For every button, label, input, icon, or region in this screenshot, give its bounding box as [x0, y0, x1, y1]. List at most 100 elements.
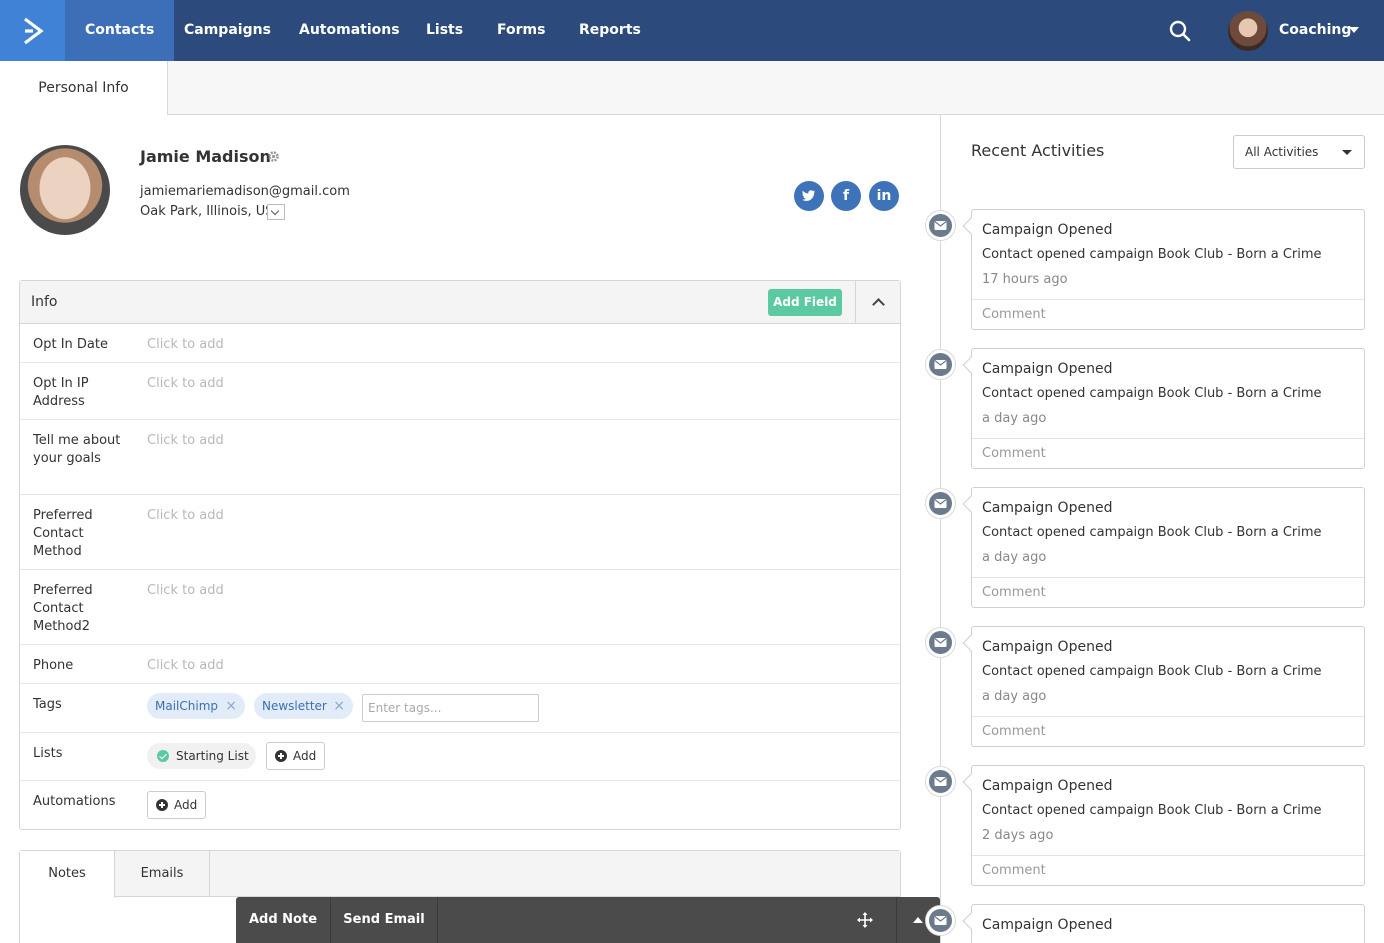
- add-label: Add: [174, 798, 198, 812]
- field-row[interactable]: Phone Click to add: [20, 645, 900, 684]
- tags-label: Tags: [33, 697, 62, 712]
- info-title: Info: [31, 294, 58, 310]
- location-dropdown[interactable]: [267, 204, 285, 220]
- add-note-button[interactable]: Add Note: [236, 897, 331, 943]
- tab-row: Personal Info: [0, 61, 1384, 115]
- activity-time: 2 days ago: [982, 828, 1054, 843]
- tag-chip[interactable]: Newsletter ×: [254, 693, 353, 719]
- nav-campaigns[interactable]: Campaigns: [164, 0, 291, 61]
- field-value[interactable]: Click to add: [147, 375, 224, 393]
- field-label: Tell me about your goals: [33, 433, 121, 466]
- field-label: Opt In Date: [33, 337, 108, 352]
- field-row[interactable]: Tell me about your goals Click to add: [20, 420, 900, 495]
- field-label: Preferred Contact Method: [33, 508, 93, 559]
- lists-row: Lists Starting List Add: [20, 733, 900, 781]
- mail-icon: [926, 350, 955, 379]
- field-value[interactable]: Click to add: [147, 336, 224, 354]
- comment-field[interactable]: Comment: [972, 716, 1364, 747]
- activity-desc: Contact opened campaign Book Club - Born…: [982, 525, 1322, 540]
- activity-card: Campaign Opened Contact opened campaign …: [971, 626, 1365, 747]
- activity-card: Campaign Opened: [971, 904, 1365, 943]
- comment-field[interactable]: Comment: [972, 855, 1364, 886]
- field-label: Opt In IP Address: [33, 376, 89, 409]
- nav-automations[interactable]: Automations: [279, 0, 420, 61]
- list-name: Starting List: [176, 749, 249, 763]
- nav-contacts[interactable]: Contacts: [65, 0, 175, 61]
- gear-icon[interactable]: [267, 150, 280, 163]
- activity-time: 17 hours ago: [982, 272, 1068, 287]
- add-automation-button[interactable]: Add: [147, 791, 206, 819]
- tag-label: MailChimp: [155, 699, 218, 713]
- add-list-button[interactable]: Add: [266, 742, 325, 770]
- activity-desc: Contact opened campaign Book Club - Born…: [982, 803, 1322, 818]
- activity-card: Campaign Opened Contact opened campaign …: [971, 348, 1365, 469]
- chevron-down-icon[interactable]: [1349, 27, 1359, 33]
- add-label: Add: [293, 749, 317, 763]
- lists-label: Lists: [33, 746, 63, 761]
- comment-field[interactable]: Comment: [972, 438, 1364, 469]
- field-row[interactable]: Opt In Date Click to add: [20, 324, 900, 363]
- account-name[interactable]: Coaching: [1279, 0, 1351, 61]
- activity-title: Campaign Opened: [982, 639, 1113, 655]
- activity-desc: Contact opened campaign Book Club - Born…: [982, 664, 1322, 679]
- plus-icon: [275, 750, 287, 762]
- activity-title: Campaign Opened: [982, 917, 1113, 933]
- close-icon[interactable]: ×: [225, 693, 237, 719]
- comment-field[interactable]: Comment: [972, 577, 1364, 608]
- tab-emails[interactable]: Emails: [115, 851, 210, 897]
- nav-forms[interactable]: Forms: [477, 0, 565, 61]
- comment-field[interactable]: Comment: [972, 299, 1364, 330]
- tab-personal-info[interactable]: Personal Info: [0, 61, 168, 115]
- logo-icon[interactable]: [0, 0, 65, 61]
- divider: [896, 897, 897, 943]
- field-row[interactable]: Preferred Contact Method Click to add: [20, 495, 900, 570]
- action-bar: Add Note Send Email: [236, 897, 940, 943]
- list-chip[interactable]: Starting List: [147, 743, 256, 769]
- check-icon: [157, 750, 169, 762]
- nav-lists[interactable]: Lists: [406, 0, 483, 61]
- tags-input[interactable]: Enter tags...: [362, 694, 539, 722]
- activity-card: Campaign Opened Contact opened campaign …: [971, 209, 1365, 330]
- add-field-button[interactable]: Add Field: [768, 289, 842, 316]
- contact-name[interactable]: Jamie Madison: [140, 147, 271, 166]
- close-icon[interactable]: ×: [333, 693, 345, 719]
- tag-chip[interactable]: MailChimp ×: [147, 693, 245, 719]
- field-value[interactable]: Click to add: [147, 432, 224, 450]
- tags-row: Tags MailChimp × Newsletter × Enter tags…: [20, 684, 900, 733]
- contact-photo: [20, 145, 110, 235]
- activity-title: Campaign Opened: [982, 222, 1113, 238]
- twitter-icon[interactable]: [794, 181, 824, 211]
- search-icon[interactable]: [1168, 19, 1192, 43]
- collapse-chevron-icon[interactable]: [855, 281, 900, 324]
- field-value[interactable]: Click to add: [147, 507, 224, 525]
- field-value[interactable]: Click to add: [147, 657, 224, 675]
- activity-title: Campaign Opened: [982, 500, 1113, 516]
- field-value[interactable]: Click to add: [147, 582, 224, 600]
- mail-icon: [926, 628, 955, 657]
- facebook-icon[interactable]: f: [831, 181, 861, 211]
- send-email-button[interactable]: Send Email: [331, 897, 438, 943]
- activities-filter-select[interactable]: All Activities: [1233, 135, 1365, 169]
- activity-card: Campaign Opened Contact opened campaign …: [971, 765, 1365, 886]
- avatar[interactable]: [1228, 11, 1268, 51]
- field-label: Phone: [33, 658, 74, 673]
- chevron-up-icon[interactable]: [913, 917, 923, 923]
- linkedin-icon[interactable]: in: [869, 181, 899, 211]
- field-row[interactable]: Preferred Contact Method2 Click to add: [20, 570, 900, 645]
- activity-title: Campaign Opened: [982, 361, 1113, 377]
- mail-icon: [926, 767, 955, 796]
- field-label: Preferred Contact Method2: [33, 583, 93, 634]
- contact-location[interactable]: Oak Park, Illinois, US: [140, 204, 274, 219]
- automations-row: Automations Add: [20, 781, 900, 829]
- activity-card: Campaign Opened Contact opened campaign …: [971, 487, 1365, 608]
- info-panel: Info Add Field Opt In Date Click to add …: [19, 280, 901, 830]
- nav-reports[interactable]: Reports: [559, 0, 661, 61]
- contact-email[interactable]: jamiemariemadison@gmail.com: [140, 184, 350, 199]
- tag-label: Newsletter: [262, 699, 327, 713]
- plus-icon: [156, 799, 168, 811]
- tab-notes[interactable]: Notes: [20, 851, 115, 898]
- activity-title: Campaign Opened: [982, 778, 1113, 794]
- activity-time: a day ago: [982, 411, 1047, 426]
- move-icon[interactable]: [856, 911, 874, 929]
- field-row[interactable]: Opt In IP Address Click to add: [20, 363, 900, 420]
